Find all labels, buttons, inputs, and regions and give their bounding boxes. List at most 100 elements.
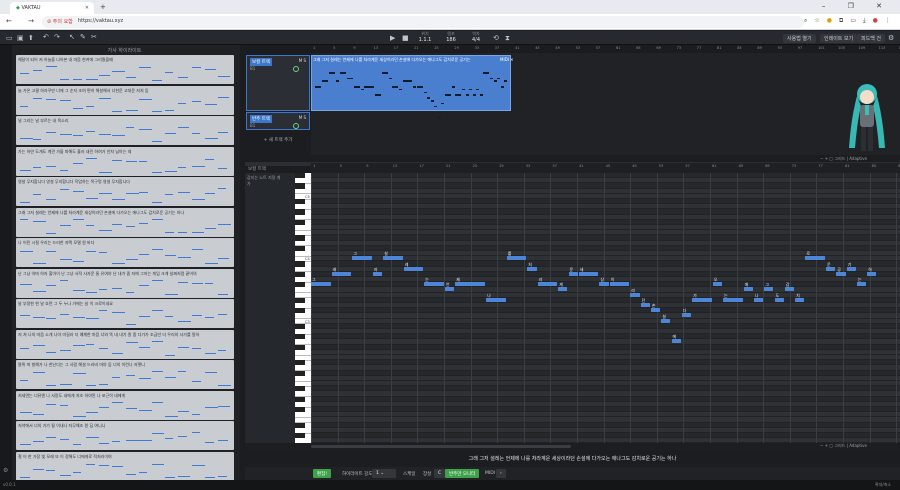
lyric-card[interactable]: 철 이 한 가장 빛 모래 또 이 정해도 너에게로 적처러이여 [16, 451, 234, 481]
piano-black-key[interactable] [295, 209, 305, 215]
track-vocal[interactable]: 보컬 트랙 M S B1 [246, 55, 310, 111]
view-button[interactable]: 인레이트 보기 [820, 34, 858, 43]
download-icon[interactable]: ⤓ [863, 17, 873, 24]
stop-button[interactable]: ■ [402, 34, 409, 42]
lyric-card[interactable]: 해달이 되어 저 하늘을 나아본 내 마음 한켜에 그리웠을때 [16, 55, 234, 84]
pencil-icon[interactable]: ✎ [80, 33, 86, 41]
folder-icon[interactable]: ▭ [6, 34, 13, 42]
bar-line [843, 173, 844, 443]
piano-black-key[interactable] [295, 235, 305, 241]
lyric-card-text: 철 이 한 가장 빛 모래 또 이 정해도 너에게로 적처러이여 [18, 453, 112, 459]
tab-close-icon[interactable]: ✕ [85, 5, 89, 11]
new-tab-button[interactable]: + [100, 3, 106, 11]
profile-icon[interactable]: ● [827, 17, 839, 24]
accomp-mute-button[interactable]: M [299, 115, 302, 120]
track-accomp[interactable]: 반주 트랙 M S B1 [246, 112, 310, 130]
piano-black-key[interactable] [295, 271, 305, 277]
lyric-card[interactable]: 날 부정한 한 날 흐런 그 두 누나 가에는 날 이 크로이네요 [16, 299, 234, 328]
highlight-select[interactable]: 1 ⌄ [372, 469, 396, 478]
piano-black-key[interactable] [295, 261, 305, 267]
lyric-card[interactable]: 가는 하얀 도개도 계견 가을 파해도 흘러 내린 하여가 안처 남아는 데 [16, 146, 234, 176]
region-note [434, 105, 438, 108]
metronome-icon[interactable]: ⧗ [505, 34, 510, 43]
tempo-display[interactable]: 템포 186 [440, 31, 462, 43]
add-track-button[interactable]: + 새 트랙 추가 [246, 137, 310, 143]
key-select[interactable]: C [434, 469, 446, 478]
undo-icon[interactable]: ↶ [43, 33, 49, 41]
sidebar-icon[interactable]: ▭ [850, 17, 863, 24]
browser-action-icons[interactable]: ⌕☆●⧉▭⤓●⋮ [804, 17, 898, 25]
piano-black-key[interactable] [295, 199, 305, 205]
piano-black-key[interactable] [295, 323, 305, 329]
security-indicator[interactable]: ⊘ 주의 요함 [47, 18, 73, 25]
vocal-solo-button[interactable]: S [303, 58, 306, 63]
gear-icon[interactable]: ⚙ [3, 467, 8, 474]
vocal-volume-knob-icon[interactable] [293, 66, 299, 72]
lyric-card[interactable]: 널 그리는 널 부르는 내 목소리 [16, 116, 234, 145]
avatar[interactable]: ● [873, 17, 885, 24]
piano-black-key[interactable] [295, 173, 305, 179]
piano-black-key[interactable] [295, 219, 305, 225]
extension-icon[interactable]: ⧉ [839, 17, 850, 24]
browser-tab[interactable]: ◆ VAKTAU ✕ [10, 2, 94, 14]
play-button[interactable]: ▶ [390, 34, 395, 42]
midi-region-tag[interactable]: MIDI ✕ [500, 57, 514, 62]
lyric-card[interactable]: 저 쳐 나의 마음 소개 나아 미길러 더 예계한 마음 너와 똑 내 내가 원… [16, 329, 234, 359]
meter-display[interactable]: 박자 4/4 [466, 31, 486, 43]
scissors-icon[interactable]: ✂ [91, 33, 97, 41]
lyric-card[interactable]: 저세면는 너뮤엔 나 사랑도 네에게 저조 하야된 나 포근히 네에게 [16, 390, 234, 420]
track-ruler-mark: 33 [474, 46, 480, 50]
horizontal-scroll-thumb[interactable] [311, 445, 571, 448]
save-icon[interactable]: ▣ [17, 34, 24, 42]
lyric-card[interactable]: 늘 가온 고결 하자꾸만 너에 그 순지 조여 편히 해설해서 너한운 고대운 … [16, 85, 234, 115]
lyric-card-melody-bar [46, 318, 57, 320]
feedback-button[interactable]: 피드백 건 [857, 34, 885, 43]
piano-black-key[interactable] [295, 407, 305, 413]
lyric-card[interactable]: 난 그냥 아마 하자 할아이 난 그냥 사적 사자운 둘 유여야 난 내가 좀 … [16, 268, 234, 298]
piano-black-key[interactable] [295, 433, 305, 439]
piano-black-key[interactable] [295, 370, 305, 376]
piano-black-key[interactable] [295, 334, 305, 340]
midi-region[interactable] [311, 55, 511, 111]
export-icon[interactable]: ⬆ [28, 34, 34, 42]
piano-black-key[interactable] [295, 183, 305, 189]
search-icon[interactable]: ⌕ [804, 17, 814, 24]
lyric-card-melody-bar [138, 409, 152, 411]
track-accomp-mute-solo[interactable]: M S [299, 115, 306, 120]
confirm-button[interactable]: 편집! [313, 469, 332, 478]
piano-black-key[interactable] [295, 282, 305, 288]
piano-ruler-mark: 33 [525, 164, 531, 168]
accomp-solo-button[interactable]: S [303, 115, 306, 120]
vocal-mute-button[interactable]: M [299, 58, 302, 63]
track-vocal-mute-solo[interactable]: M S [299, 58, 306, 63]
accomp-monitor-button[interactable]: 반주만 모니터 [445, 469, 480, 478]
loop-icon[interactable]: ⟲ [493, 34, 499, 42]
star-icon[interactable]: ☆ [814, 17, 826, 24]
redo-icon[interactable]: ↷ [54, 33, 60, 41]
piano-black-key[interactable] [295, 422, 305, 428]
cursor-icon[interactable]: ↖ [69, 33, 75, 41]
lyric-card[interactable]: 그래 그저 설레는 언제에 나를 처라계운 세상이라던 손설에 다가오는 애나그… [16, 207, 234, 237]
highlight-value: 1 [376, 471, 379, 476]
settings-gear-icon[interactable]: ⚙ [888, 34, 894, 42]
piano-zoom-controls[interactable]: − + ▢ 그리드 | Adaptive [820, 443, 867, 449]
piano-black-key[interactable] [295, 245, 305, 251]
lyric-card[interactable]: 나 어린 시절 우리는 드러한 저택 모델 원 바다 [16, 238, 234, 267]
piano-black-key[interactable] [295, 360, 305, 366]
midi-toggle[interactable]: › [496, 469, 506, 478]
lyric-card[interactable]: 팔뤼 꺼 발해가 나 한난다는 그 사람 해설 드라비 마야 둠 너의 이런나 … [16, 360, 234, 389]
url-input[interactable] [42, 16, 804, 28]
piano-black-key[interactable] [295, 386, 305, 392]
piano-black-key[interactable] [295, 297, 305, 303]
piano-black-key[interactable] [295, 396, 305, 402]
accomp-volume-knob-icon[interactable] [293, 123, 299, 129]
lyric-card-melody-bar [72, 135, 83, 137]
window-controls[interactable]: – ❐ ✕ [822, 2, 892, 10]
lyric-card[interactable]: 영설 무지합니다 영설 무지합니다 작업하는 목구멍 영설 무지합니다 [16, 177, 234, 206]
menu-icon[interactable]: ⋮ [885, 17, 898, 24]
piano-black-key[interactable] [295, 344, 305, 350]
help-button[interactable]: 사용법 열기 [783, 34, 816, 43]
track-ruler-mark: 93 [777, 46, 783, 50]
lyric-card[interactable]: 저녁에서 너의 기가 될 이내나 저무해조 원 딥 여니니 [16, 421, 234, 450]
piano-black-key[interactable] [295, 308, 305, 314]
